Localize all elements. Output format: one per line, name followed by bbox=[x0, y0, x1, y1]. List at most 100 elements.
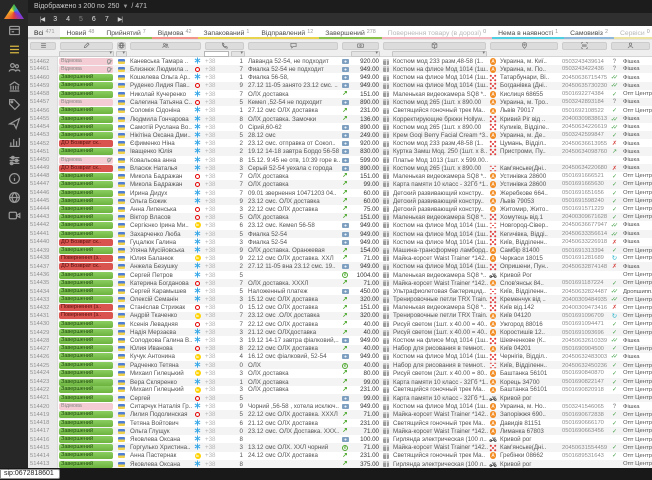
status-badge[interactable]: Завершений bbox=[59, 91, 113, 98]
tracking-number-cell[interactable]: 0501691666521 bbox=[560, 173, 609, 179]
table-row[interactable]: 514451ЗавершенийІващенко Юлія+38219.12 1… bbox=[28, 147, 652, 155]
status-badge[interactable]: Завершений bbox=[59, 353, 113, 360]
table-row[interactable]: 514455ЗавершенийЛюдмила Гончарова+388ОЛХ… bbox=[28, 115, 652, 123]
tracking-number-cell[interactable]: 0503242893184 bbox=[560, 99, 609, 105]
status-badge[interactable]: ДО Возврат ск.. bbox=[59, 140, 113, 147]
status-badge[interactable]: Завершений bbox=[59, 124, 113, 131]
status-badge[interactable]: Відмова bbox=[59, 403, 113, 410]
tab-1[interactable]: Новий48 bbox=[60, 26, 100, 39]
status-badge[interactable]: Завершений bbox=[59, 461, 113, 468]
status-badge[interactable]: Завершений bbox=[59, 132, 113, 139]
sidebar-item-clients[interactable] bbox=[0, 61, 28, 80]
tracking-number-cell[interactable]: 20450633356614 bbox=[560, 231, 609, 237]
tracking-number-cell[interactable]: 0501692108522 bbox=[560, 108, 609, 114]
table-row[interactable]: 514413ЗавершенийЯковлева Оксана+388↗375.… bbox=[28, 460, 652, 468]
column-header-chat-icon[interactable] bbox=[248, 42, 338, 50]
tracking-number-cell[interactable]: 0501691313394 bbox=[560, 248, 609, 254]
sidebar-item-web[interactable] bbox=[0, 191, 28, 210]
tab-7[interactable]: Повернення товару (в дорозі)0 bbox=[382, 26, 492, 39]
status-badge[interactable]: Завершений bbox=[59, 329, 113, 336]
tracking-number-cell[interactable]: 20450632483003 bbox=[560, 354, 609, 360]
table-row[interactable]: 514461ВідмоваБлизнюк Людмила ..+387Фиалк… bbox=[28, 65, 652, 73]
column-header-phone-icon[interactable] bbox=[205, 42, 244, 50]
status-badge[interactable]: Завершений bbox=[59, 82, 113, 89]
table-row[interactable]: 514422ЗавершенийМихаил Гилецькийlc+383ОЛ… bbox=[28, 386, 652, 394]
column-filter-select[interactable] bbox=[351, 51, 380, 57]
tracking-number-cell[interactable]: 0501691094471 bbox=[560, 321, 609, 327]
status-badge[interactable]: Завершений bbox=[59, 116, 113, 123]
column-header-list-icon[interactable] bbox=[30, 42, 56, 50]
tracking-number-cell[interactable]: 0503242599847 bbox=[560, 132, 609, 138]
status-badge[interactable]: Завершений bbox=[59, 107, 113, 114]
tracking-number-cell[interactable]: 20450632874148 bbox=[560, 264, 609, 270]
table-row[interactable]: 514450ВідмоваКовальова анна+38815.12. 9:… bbox=[28, 156, 652, 164]
table-row[interactable]: 514438Повернення (з..Юлия Баланюкlc+3892… bbox=[28, 254, 652, 262]
status-badge[interactable]: Завершений bbox=[59, 173, 113, 180]
status-badge[interactable]: Відмова bbox=[59, 157, 113, 164]
tracking-number-cell[interactable]: 0503243422436 bbox=[560, 66, 609, 72]
column-filter-select[interactable] bbox=[59, 51, 114, 57]
status-badge[interactable]: Завершений bbox=[59, 337, 113, 344]
page-button-5[interactable]: 5 bbox=[79, 16, 83, 23]
sidebar-item-orders[interactable] bbox=[0, 43, 28, 62]
table-row[interactable]: 514445ЗавершенийОльга Божик+38923.12 смс… bbox=[28, 197, 652, 205]
table-row[interactable]: 514416ЗавершенийЯковлева Оксана+388100.0… bbox=[28, 435, 652, 443]
tracking-number-cell[interactable]: 0501691281689 bbox=[560, 255, 609, 261]
tab-3[interactable]: Відмова42 bbox=[152, 26, 198, 39]
status-badge[interactable]: Завершений bbox=[59, 452, 113, 459]
table-row[interactable]: 514435ЗавершенийКатерина Богданова+387ОЛ… bbox=[28, 279, 652, 287]
tracking-number-cell[interactable]: 0501691598240 bbox=[560, 198, 609, 204]
status-badge[interactable]: Відмова bbox=[59, 58, 113, 65]
status-badge[interactable]: Завершений bbox=[59, 148, 113, 155]
tracking-number-cell[interactable]: 0503241546065 bbox=[560, 404, 609, 410]
table-row[interactable]: 514427ЗавершенийЮлия Иванова+38822.12 см… bbox=[28, 345, 652, 353]
status-badge[interactable]: Завершений bbox=[59, 74, 113, 81]
page-size-value[interactable]: 250 bbox=[108, 3, 120, 10]
tab-9[interactable]: Самовивіз2 bbox=[564, 26, 614, 39]
tracking-number-cell[interactable]: 0501691665630 bbox=[560, 181, 609, 187]
table-row[interactable]: 514418ЗавершенийТетяна Войтович+38621.12… bbox=[28, 419, 652, 427]
table-row[interactable]: 514433ЗавершенийОлексій Семанін+38315.12… bbox=[28, 295, 652, 303]
tracking-number-cell[interactable]: 0501690672838 bbox=[560, 412, 609, 418]
table-row[interactable]: 514454ЗавершенийСамотій Руслана Во..+380… bbox=[28, 123, 652, 131]
table-row[interactable]: 514423ЗавершенийВера Скляренко+381ОЛХ до… bbox=[28, 378, 652, 386]
tracking-number-cell[interactable]: 20450632610339 bbox=[560, 338, 609, 344]
tracking-number-cell[interactable]: 0501692274384 bbox=[560, 91, 609, 97]
tracking-number-cell[interactable]: 0501691651656 bbox=[560, 190, 609, 196]
table-row[interactable]: 514456ЗавершенийСоломія Сідоніна+38127.1… bbox=[28, 106, 652, 114]
tracking-number-cell[interactable]: 20450634220680 bbox=[560, 165, 609, 171]
table-row[interactable]: 514462ВідмоваКаневська Тамара ..+381Лава… bbox=[28, 57, 652, 65]
status-badge[interactable]: ДО Возврат ск.. bbox=[59, 263, 113, 270]
tracking-number-cell[interactable]: 20450634226619 bbox=[560, 124, 609, 130]
tracking-number-cell[interactable]: 0501691187224 bbox=[560, 280, 609, 286]
tracking-number-cell[interactable]: 20450631554459 bbox=[560, 445, 609, 451]
status-badge[interactable]: Завершений bbox=[59, 379, 113, 386]
table-row[interactable]: 514426ЗавершенийКучук Антонинаlc+38416.1… bbox=[28, 353, 652, 361]
status-badge[interactable]: Завершений bbox=[59, 386, 113, 393]
page-button-6[interactable]: 6 bbox=[92, 16, 96, 23]
status-badge[interactable]: Завершений bbox=[59, 444, 113, 451]
table-row[interactable]: 514447ЗавершенийМикола Бадражан+387ОЛХ д… bbox=[28, 180, 652, 188]
table-row[interactable]: 514414ЗавершенийАнна Пастернакlc+38124.1… bbox=[28, 452, 652, 460]
table-row[interactable]: 514436ЗавершенийСергей Петров+385₴1004.0… bbox=[28, 271, 652, 279]
status-badge[interactable]: Повернення (з.. bbox=[59, 255, 113, 262]
table-row[interactable]: 514420ВідмоваСитарчук Наталія Гр..+389Чо… bbox=[28, 402, 652, 410]
tracking-number-cell[interactable]: 20450636715475 bbox=[560, 75, 609, 81]
status-badge[interactable]: Завершений bbox=[59, 181, 113, 188]
status-badge[interactable]: Відмова bbox=[59, 66, 113, 73]
column-filter-select[interactable] bbox=[231, 51, 245, 57]
status-badge[interactable]: Завершений bbox=[59, 345, 113, 352]
page-size-caret-icon[interactable]: ▼ bbox=[122, 4, 128, 10]
tracking-number-cell[interactable]: 20400309484935 bbox=[560, 297, 609, 303]
column-header-people-icon[interactable] bbox=[130, 42, 201, 50]
column-header-pencil-icon[interactable] bbox=[60, 42, 113, 50]
tracking-number-cell[interactable]: 0501690666170 bbox=[560, 420, 609, 426]
table-row[interactable]: 514448ЗавершенийМикола Бадражан+387ОЛХ д… bbox=[28, 172, 652, 180]
tracking-number-cell[interactable]: 0501690840870 bbox=[560, 370, 609, 376]
table-row[interactable]: 514439ЗавершенийУляна Мусійовська+389ОЛХ… bbox=[28, 246, 652, 254]
column-header-scan-icon[interactable] bbox=[562, 42, 607, 50]
app-logo-icon[interactable] bbox=[4, 4, 24, 19]
column-header-globe-icon[interactable] bbox=[117, 42, 126, 50]
status-badge[interactable]: Завершений bbox=[59, 247, 113, 254]
table-row[interactable]: 514452ДО Возврат ск..Єфименко Ніна+38223… bbox=[28, 139, 652, 147]
